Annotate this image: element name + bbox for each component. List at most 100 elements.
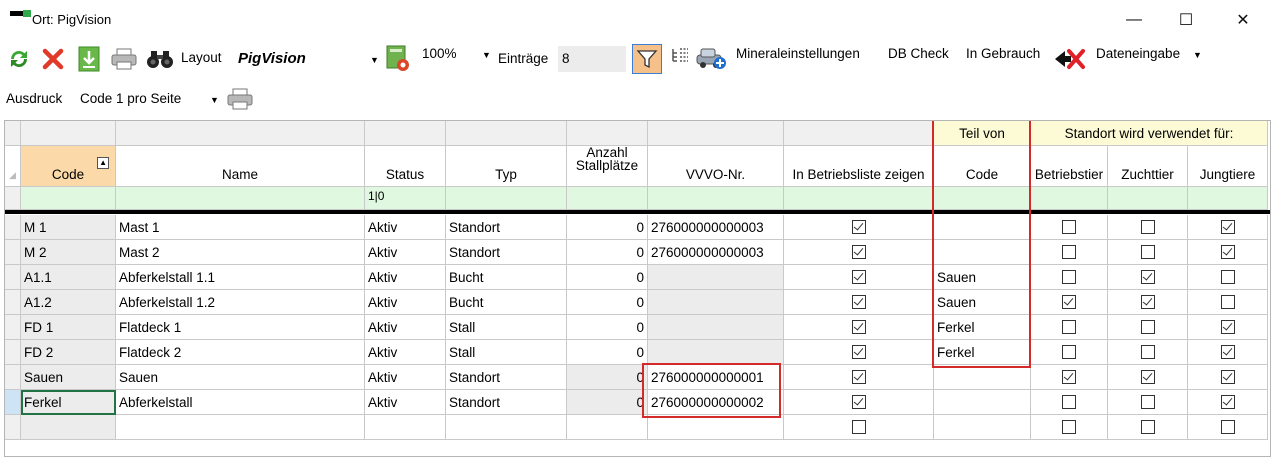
betriebstier-checkbox[interactable] <box>1062 270 1076 284</box>
cell-code[interactable]: A1.1 <box>21 265 116 290</box>
column-header-teil[interactable]: Code <box>934 146 1031 187</box>
cell-typ[interactable]: Standort <box>446 215 567 240</box>
cell-code[interactable]: M 2 <box>21 240 116 265</box>
cell-status[interactable]: Aktiv <box>365 215 446 240</box>
new-row-cell-zuchttier[interactable] <box>1108 415 1188 440</box>
row-header[interactable] <box>5 390 21 415</box>
new-row-cell-name[interactable] <box>116 415 365 440</box>
mineral-settings-button[interactable]: Mineraleinstellungen <box>736 46 860 61</box>
column-header-betriebstier[interactable]: Betriebstier <box>1031 146 1108 187</box>
tree-view-icon[interactable] <box>668 44 692 68</box>
cell-teil[interactable]: Ferkel <box>934 315 1031 340</box>
cell-code[interactable]: Ferkel <box>21 390 116 415</box>
filter-icon[interactable] <box>632 44 662 74</box>
data-entry-menu[interactable]: Dateneingabe <box>1096 46 1180 61</box>
betriebstier-checkbox[interactable] <box>1062 245 1076 259</box>
cell-teil[interactable]: Ferkel <box>934 340 1031 365</box>
zuchttier-checkbox[interactable] <box>1140 245 1155 259</box>
jungtiere-checkbox[interactable] <box>1220 220 1235 234</box>
cell-betriebsliste[interactable] <box>784 340 934 365</box>
cell-betriebstier[interactable] <box>1031 290 1108 315</box>
cell-status[interactable]: Aktiv <box>365 265 446 290</box>
cell-plaetze[interactable]: 0 <box>567 365 648 390</box>
cell-vvvo[interactable]: 276000000000001 <box>648 365 784 390</box>
maximize-button[interactable]: ☐ <box>1158 0 1214 40</box>
column-header-zuchttier[interactable]: Zuchttier <box>1108 146 1188 187</box>
zuchttier-checkbox[interactable] <box>1140 395 1155 409</box>
new-row-cell-betriebstier[interactable] <box>1031 415 1108 440</box>
filter-cell-zuchttier[interactable] <box>1108 187 1188 210</box>
cell-jungtiere[interactable] <box>1188 315 1268 340</box>
cell-plaetze[interactable]: 0 <box>567 265 648 290</box>
cell-status[interactable]: Aktiv <box>365 365 446 390</box>
cell-betriebstier[interactable] <box>1031 365 1108 390</box>
db-check-button[interactable]: DB Check <box>888 46 949 61</box>
jungtiere-checkbox[interactable] <box>1220 370 1235 384</box>
new-row-header[interactable] <box>5 415 21 440</box>
cell-plaetze[interactable]: 0 <box>567 290 648 315</box>
cell-status[interactable]: Aktiv <box>365 240 446 265</box>
cell-zuchttier[interactable] <box>1108 240 1188 265</box>
betriebsliste-checkbox[interactable] <box>851 295 866 309</box>
cell-zuchttier[interactable] <box>1108 365 1188 390</box>
cell-status[interactable]: Aktiv <box>365 390 446 415</box>
new-row-betriebstier-checkbox[interactable] <box>1062 420 1076 434</box>
cell-betriebsliste[interactable] <box>784 365 934 390</box>
cell-vvvo[interactable] <box>648 265 784 290</box>
filter-cell-betriebstier[interactable] <box>1031 187 1108 210</box>
column-header-vvvo[interactable]: VVVO-Nr. <box>648 146 784 187</box>
betriebstier-checkbox[interactable] <box>1062 320 1076 334</box>
filter-cell-code[interactable] <box>21 187 116 210</box>
betriebsliste-checkbox[interactable] <box>851 320 866 334</box>
new-row-zuchttier-checkbox[interactable] <box>1140 420 1155 434</box>
cell-zuchttier[interactable] <box>1108 265 1188 290</box>
jungtiere-checkbox[interactable] <box>1220 245 1235 259</box>
cell-teil[interactable] <box>934 390 1031 415</box>
cell-code[interactable]: M 1 <box>21 215 116 240</box>
cell-plaetze[interactable]: 0 <box>567 390 648 415</box>
cell-jungtiere[interactable] <box>1188 365 1268 390</box>
cell-betriebstier[interactable] <box>1031 315 1108 340</box>
row-header[interactable] <box>5 290 21 315</box>
cell-name[interactable]: Abferkelstall 1.2 <box>116 290 365 315</box>
in-use-button[interactable]: In Gebrauch <box>966 46 1040 61</box>
refresh-icon[interactable] <box>6 46 32 72</box>
close-button[interactable]: ✕ <box>1215 0 1271 40</box>
cell-name[interactable]: Sauen <box>116 365 365 390</box>
cell-jungtiere[interactable] <box>1188 390 1268 415</box>
layout-settings-icon[interactable] <box>384 44 412 72</box>
cell-typ[interactable]: Bucht <box>446 290 567 315</box>
betriebsliste-checkbox[interactable] <box>851 370 866 384</box>
row-header[interactable] <box>5 240 21 265</box>
row-header[interactable] <box>5 365 21 390</box>
betriebstier-checkbox[interactable] <box>1062 220 1076 234</box>
column-header-betriebsliste[interactable]: In Betriebsliste zeigen <box>784 146 934 187</box>
zuchttier-checkbox[interactable] <box>1140 220 1155 234</box>
cell-status[interactable]: Aktiv <box>365 290 446 315</box>
cell-vvvo[interactable]: 276000000000003 <box>648 215 784 240</box>
cell-zuchttier[interactable] <box>1108 340 1188 365</box>
zuchttier-checkbox[interactable] <box>1140 345 1155 359</box>
betriebsliste-checkbox[interactable] <box>851 220 866 234</box>
filter-cell-jungtiere[interactable] <box>1188 187 1268 210</box>
add-record-icon[interactable] <box>694 44 728 72</box>
row-header[interactable] <box>5 340 21 365</box>
import-icon[interactable] <box>76 45 102 73</box>
cell-status[interactable]: Aktiv <box>365 315 446 340</box>
cell-jungtiere[interactable] <box>1188 240 1268 265</box>
cell-name[interactable]: Abferkelstall <box>116 390 365 415</box>
cell-plaetze[interactable]: 0 <box>567 315 648 340</box>
new-row-cell-teil[interactable] <box>934 415 1031 440</box>
new-row-betriebsliste-checkbox[interactable] <box>851 420 866 434</box>
column-header-status[interactable]: Status <box>365 146 446 187</box>
betriebsliste-checkbox[interactable] <box>851 395 866 409</box>
zoom-value[interactable]: 100% <box>422 46 457 61</box>
zuchttier-checkbox[interactable] <box>1140 370 1155 384</box>
column-header-code[interactable]: Code ▲ <box>21 146 116 187</box>
delete-icon[interactable] <box>40 46 66 72</box>
print-report-icon[interactable] <box>226 86 254 112</box>
jungtiere-checkbox[interactable] <box>1220 270 1235 284</box>
cell-betriebstier[interactable] <box>1031 265 1108 290</box>
cell-typ[interactable]: Standort <box>446 240 567 265</box>
filter-cell-vvvo[interactable] <box>648 187 784 210</box>
